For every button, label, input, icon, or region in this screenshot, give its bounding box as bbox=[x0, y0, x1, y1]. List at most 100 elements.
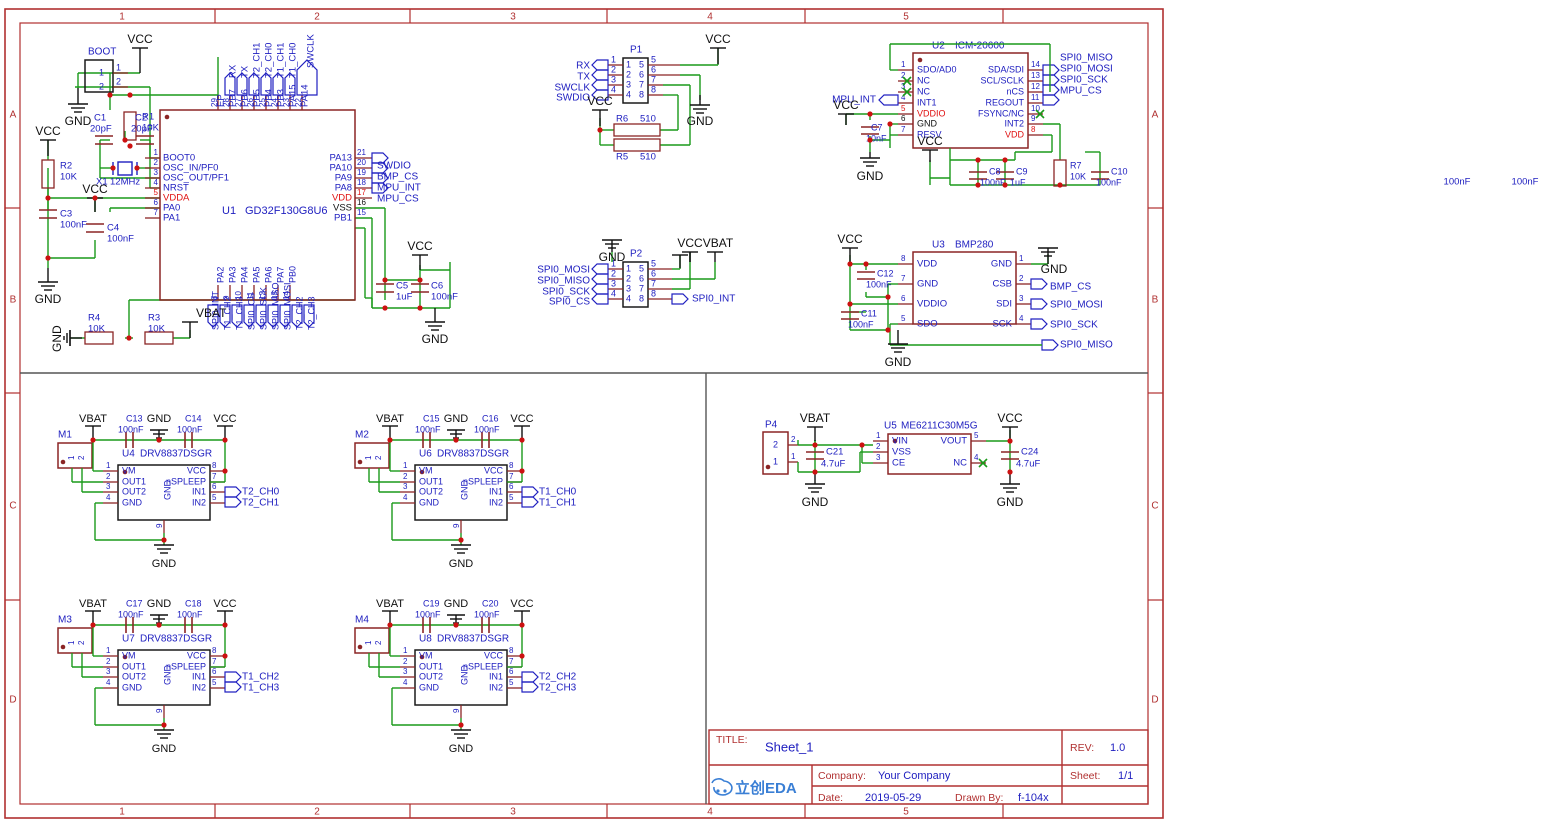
u2-num-7: 7 bbox=[901, 125, 906, 134]
schematic-sheet: 1 2 3 4 5 1 2 3 4 5 A B C D A B C D U1 G… bbox=[0, 0, 1549, 827]
u7-num-1: 1 bbox=[106, 646, 111, 655]
c9-value: 1uF bbox=[1010, 177, 1026, 187]
m3-pin1-marker bbox=[60, 644, 66, 650]
u3-pin-vdd: VDD bbox=[917, 259, 937, 270]
c9-ref: C9 bbox=[1016, 166, 1028, 176]
u7-ref: U7 bbox=[122, 634, 135, 645]
zone-row-right-c: C bbox=[1151, 501, 1158, 512]
r2-ref: R2 bbox=[60, 161, 72, 172]
u1-netbot-spi0mosi: SPI0_MOSI bbox=[282, 282, 292, 330]
u5-num-2: 2 bbox=[876, 442, 881, 451]
u4-num-5: 5 bbox=[212, 493, 217, 502]
c2-ref: C2 bbox=[135, 113, 147, 124]
vcc-label-u6: VCC bbox=[510, 413, 533, 425]
u1-pinnum-15: 15 bbox=[357, 208, 366, 217]
u8-num-2: 2 bbox=[403, 657, 408, 666]
u4-num-9: 9 bbox=[155, 523, 164, 528]
zone-col-top-1: 1 bbox=[119, 12, 125, 23]
gnd-label-r4: GND bbox=[50, 325, 64, 352]
c18-value: 100nF bbox=[177, 609, 203, 619]
gnd-label-u3a: GND bbox=[1041, 262, 1068, 276]
r6-ref: R6 bbox=[616, 114, 628, 125]
u2-pin1-marker bbox=[917, 57, 923, 63]
u6-num-3: 3 bbox=[403, 482, 408, 491]
vcc-label-u7: VCC bbox=[213, 598, 236, 610]
u8-num-1: 1 bbox=[403, 646, 408, 655]
u1-net-mpuint: MPU_INT bbox=[377, 183, 421, 194]
c13-value: 100nF bbox=[118, 424, 144, 434]
u8-num-7: 7 bbox=[509, 657, 514, 666]
u2-pin-nc1: NC bbox=[917, 75, 930, 85]
u4-num-7: 7 bbox=[212, 472, 217, 481]
c12-ref: C12 bbox=[877, 268, 894, 278]
p2-ref: P2 bbox=[630, 249, 643, 260]
zone-col-bot-2: 2 bbox=[314, 807, 320, 818]
u1-pinnum-25: 25 bbox=[258, 98, 267, 107]
c1-ref: C1 bbox=[94, 113, 106, 124]
u8-num-9: 9 bbox=[452, 708, 461, 713]
p2-pin-5: 5 bbox=[639, 263, 644, 273]
u2-pin-regout: REGOUT bbox=[985, 97, 1024, 107]
vcc-label-u3: VCC bbox=[837, 232, 863, 246]
u1-pin-pa2: PA2 bbox=[215, 267, 225, 283]
u2-num-10: 10 bbox=[1031, 104, 1040, 113]
c2-value: 20pF bbox=[131, 124, 153, 135]
u3-num-5: 5 bbox=[901, 314, 906, 323]
u3-name: BMP280 bbox=[955, 240, 994, 251]
u8-pin-in1: IN1 bbox=[489, 671, 503, 681]
u6-name: DRV8837DSGR bbox=[437, 449, 509, 460]
u1-netbot-t2ch2: T2_CH2 bbox=[294, 296, 304, 330]
m1-pin1-marker bbox=[60, 459, 66, 465]
c24-ref: C24 bbox=[1021, 447, 1038, 458]
p2-num-8: 8 bbox=[651, 288, 656, 298]
vbat-label-u4: VBAT bbox=[79, 413, 107, 425]
p2-pin-7: 7 bbox=[639, 283, 644, 293]
p1-net-tx: TX bbox=[577, 72, 590, 83]
u2-ref: U2 bbox=[932, 41, 945, 52]
zone-col-bot-1: 1 bbox=[119, 807, 125, 818]
zone-row-left-d: D bbox=[9, 695, 16, 706]
gnd-label-u7a: GND bbox=[147, 598, 172, 610]
u2-num-13: 13 bbox=[1031, 71, 1040, 80]
u3-pin-sdi: SDI bbox=[996, 299, 1012, 310]
u3-num-8: 8 bbox=[901, 254, 906, 263]
u8-pin-out2: OUT2 bbox=[419, 671, 443, 681]
u3-pin-sdo: SDO bbox=[917, 319, 938, 330]
c19-value: 100nF bbox=[415, 609, 441, 619]
c3-ref: C3 bbox=[60, 209, 72, 220]
u6-num-6: 6 bbox=[509, 482, 514, 491]
vbat-label-u6: VBAT bbox=[376, 413, 404, 425]
p2-pin-2: 2 bbox=[626, 273, 631, 283]
p2-num-4: 4 bbox=[611, 288, 616, 298]
u5-pin-vss: VSS bbox=[892, 447, 911, 458]
p2-net-cs: SPI0_CS bbox=[549, 297, 590, 308]
gnd-label-u5b: GND bbox=[997, 495, 1024, 509]
u8-ref: U8 bbox=[419, 634, 432, 645]
u4-net-0: T2_CH0 bbox=[242, 487, 280, 498]
gnd-label-c3: GND bbox=[35, 292, 62, 306]
vcc-label-c5: VCC bbox=[407, 239, 433, 253]
p2-pin-6: 6 bbox=[639, 273, 644, 283]
p4-ref: P4 bbox=[765, 420, 778, 431]
u4-num-8: 8 bbox=[212, 461, 217, 470]
u8-pin-vcc: VCC bbox=[484, 650, 504, 660]
m4-pin-2: 2 bbox=[374, 640, 383, 645]
u1-nettop-swclk: SWCLK bbox=[306, 34, 317, 68]
u4-pin-in1: IN1 bbox=[192, 486, 206, 496]
zone-row-right-d: D bbox=[1151, 695, 1158, 706]
x1-ref: X1 bbox=[96, 177, 108, 188]
p1-pin-1: 1 bbox=[626, 59, 631, 69]
u1-netbot-t2ch3: T2_CH3 bbox=[306, 296, 316, 330]
p2-num-3: 3 bbox=[611, 278, 616, 288]
u7-num-8: 8 bbox=[212, 646, 217, 655]
u8-num-8: 8 bbox=[509, 646, 514, 655]
date-label: Date: bbox=[818, 792, 843, 804]
zone-col-top-3: 3 bbox=[510, 12, 516, 23]
p1-num-5: 5 bbox=[651, 54, 656, 64]
rev-label: REV: bbox=[1070, 742, 1094, 754]
c20-value: 100nF bbox=[474, 609, 500, 619]
u2-pin-int1: INT1 bbox=[917, 97, 937, 107]
u1-pinnum-27: 27 bbox=[234, 98, 243, 107]
u1-pinnum-18: 18 bbox=[357, 178, 366, 187]
u1-pinnum-29: 29 bbox=[210, 98, 219, 107]
